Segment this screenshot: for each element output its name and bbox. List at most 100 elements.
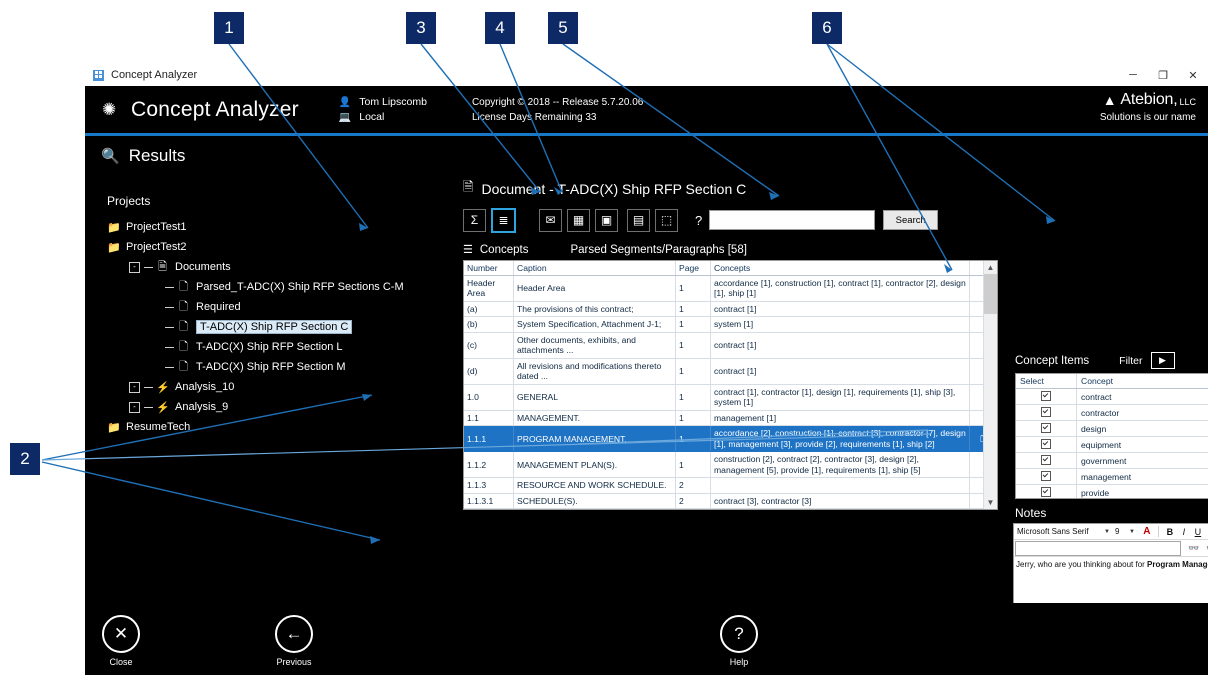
tab-concepts[interactable]: ☰ Concepts: [463, 243, 528, 257]
maximize-button[interactable]: ❐: [1148, 64, 1178, 86]
list-item[interactable]: contractor101: [1016, 404, 1208, 421]
tree-item-parsed-t-adc-x-ship-rfp-sections-c-m[interactable]: 🗋 Parsed_T-ADC(X) Ship RFP Sections C-M: [107, 277, 417, 297]
table-row[interactable]: 1.0 GENERAL 1 contract [1], contractor [1],…: [464, 384, 997, 411]
table-row[interactable]: 1.1.3.2CONTRACT WORK BREAKDOWN STRUCTURE…: [464, 508, 997, 509]
tree-item-t-adc-x-ship-rfp-section-c[interactable]: 🗋 T-ADC(X) Ship RFP Section C: [107, 317, 417, 337]
pdf-export-button[interactable]: ⬚: [655, 208, 678, 232]
tree-item-resumetech[interactable]: 📁 ResumeTech: [107, 417, 417, 437]
checkbox-checked-icon[interactable]: [1041, 422, 1051, 433]
binoculars-icon[interactable]: 👓: [1188, 543, 1199, 554]
cell-select[interactable]: [1016, 436, 1077, 453]
table-row[interactable]: 1.1 MANAGEMENT. 1 management [1]: [464, 410, 997, 427]
checkbox-checked-icon[interactable]: [1041, 486, 1051, 497]
bold-button[interactable]: B: [1163, 527, 1177, 537]
previous-button[interactable]: ← Previous: [275, 615, 313, 667]
table-row[interactable]: 1.1.3 RESOURCE AND WORK SCHEDULE. 2: [464, 477, 997, 494]
cell-number: 1.1.3.2: [464, 508, 514, 509]
font-name-chevron-down-icon[interactable]: ▼: [1104, 529, 1110, 535]
scroll-down-icon[interactable]: ▼: [984, 496, 997, 509]
table-row[interactable]: 1.1.1 PROGRAM MANAGEMENT. 1 accordance [2],…: [464, 425, 997, 453]
close-window-button[interactable]: ✕: [1178, 64, 1208, 86]
projects-label: Projects: [107, 194, 151, 208]
font-color-button[interactable]: A: [1140, 526, 1154, 537]
underline-button[interactable]: U: [1191, 527, 1205, 537]
expander-icon[interactable]: -: [129, 261, 140, 273]
checkbox-checked-icon[interactable]: [1041, 406, 1051, 417]
close-button[interactable]: ✕ Close: [102, 615, 140, 667]
cell-page: 1: [675, 358, 711, 385]
font-size-chevron-down-icon[interactable]: ▼: [1129, 529, 1135, 535]
brand-block: ▲ Atebion, LLC Solutions is our name: [1100, 91, 1196, 123]
filter-button[interactable]: ▶: [1150, 352, 1175, 369]
tree-item-documents[interactable]: - 🗎 Documents: [107, 257, 417, 277]
tree-item-label: T-ADC(X) Ship RFP Section C: [196, 320, 353, 334]
folder-icon: 📁: [107, 221, 121, 234]
cell-select[interactable]: [1016, 388, 1077, 405]
italic-button[interactable]: I: [1177, 527, 1191, 537]
word-export-button[interactable]: ▤: [627, 208, 650, 232]
cell-select[interactable]: [1016, 420, 1077, 437]
minimize-button[interactable]: ─: [1118, 64, 1148, 86]
list-item[interactable]: equipment28: [1016, 436, 1208, 453]
concept-items-header: Concept Items Filter ▶: [1015, 352, 1175, 369]
mail-button[interactable]: ✉: [539, 208, 562, 232]
scroll-thumb[interactable]: [984, 274, 997, 314]
cell-number: Header Area: [464, 275, 514, 302]
segments-scrollbar[interactable]: ▲ ▼: [983, 261, 997, 509]
checkbox-checked-icon[interactable]: [1041, 438, 1051, 449]
table-row[interactable]: Header Area Header Area 1 accordance [1], c…: [464, 275, 997, 302]
checkbox-checked-icon[interactable]: [1041, 390, 1051, 401]
help-hint-icon[interactable]: ?: [695, 213, 702, 228]
cell-concepts: system [1]: [710, 316, 970, 333]
search-input[interactable]: [709, 210, 876, 230]
table-row[interactable]: (a) The provisions of this contract; 1 cont…: [464, 301, 997, 318]
cell-select[interactable]: [1016, 468, 1077, 485]
filter-label: Filter: [1119, 354, 1143, 367]
table-row[interactable]: (c) Other documents, exhibits, and attach…: [464, 332, 997, 359]
cell-concepts: construction [2], contract [2], contract…: [710, 451, 970, 479]
checkbox-checked-icon[interactable]: [1041, 470, 1051, 481]
search-button[interactable]: Search: [883, 210, 939, 230]
calendar-button[interactable]: ▦: [567, 208, 590, 232]
document-icon: 🗎: [463, 179, 474, 194]
cell-concept: contract: [1076, 388, 1208, 405]
help-button[interactable]: ? Help: [720, 615, 758, 667]
tree-item-projecttest2[interactable]: 📁 ProjectTest2: [107, 237, 417, 257]
binoculars-next-icon[interactable]: 👓: [1206, 543, 1208, 554]
scroll-up-icon[interactable]: ▲: [984, 261, 997, 274]
list-item[interactable]: provide18: [1016, 484, 1208, 498]
list-item[interactable]: contract33: [1016, 388, 1208, 405]
list-item[interactable]: design41: [1016, 420, 1208, 437]
network-icon: 💻: [338, 111, 352, 123]
segments-grid[interactable]: Number Caption Page Concepts Header Area…: [463, 260, 998, 510]
notes-body[interactable]: Jerry, who are you thinking about for Pr…: [1014, 557, 1208, 572]
notes-font-name[interactable]: Microsoft Sans Serif: [1014, 527, 1102, 536]
presentation-button[interactable]: ▣: [595, 208, 618, 232]
sigma-button[interactable]: Σ: [463, 208, 486, 232]
app-title: Concept Analyzer: [131, 97, 299, 121]
checkbox-checked-icon[interactable]: [1041, 454, 1051, 465]
tree-item-projecttest1[interactable]: 📁 ProjectTest1: [107, 217, 417, 237]
concept-items-grid[interactable]: Select Concept Count contract33contracto…: [1015, 373, 1208, 499]
list-item[interactable]: government33: [1016, 452, 1208, 469]
cell-select[interactable]: [1016, 484, 1077, 498]
tree-item-analysis-9[interactable]: - ⚡ Analysis_9: [107, 397, 417, 417]
list-item[interactable]: management25: [1016, 468, 1208, 485]
notes-font-size[interactable]: 9: [1115, 527, 1127, 536]
tab-parsed-segments[interactable]: Parsed Segments/Paragraphs [58]: [570, 244, 746, 256]
tree-item-t-adc-x-ship-rfp-section-m[interactable]: 🗋 T-ADC(X) Ship RFP Section M: [107, 357, 417, 377]
layers-button[interactable]: ≣: [491, 207, 516, 233]
tree-item-required[interactable]: 🗋 Required: [107, 297, 417, 317]
tree-item-t-adc-x-ship-rfp-section-l[interactable]: 🗋 T-ADC(X) Ship RFP Section L: [107, 337, 417, 357]
table-row[interactable]: 1.1.3.1 SCHEDULE(S). 2 contract [3], contra…: [464, 493, 997, 509]
cell-select[interactable]: [1016, 404, 1077, 421]
notes-find-input[interactable]: [1015, 540, 1181, 556]
cell-concepts: accordance [1], construction [1], contra…: [710, 275, 970, 302]
table-row[interactable]: 1.1.2 MANAGEMENT PLAN(S). 1 construction [2…: [464, 451, 997, 479]
tree-item-analysis-10[interactable]: - ⚡ Analysis_10: [107, 377, 417, 397]
table-row[interactable]: (b) System Specification, Attachment J-1;…: [464, 316, 997, 333]
expander-icon[interactable]: -: [129, 381, 140, 393]
expander-icon[interactable]: -: [129, 401, 140, 413]
cell-select[interactable]: [1016, 452, 1077, 469]
table-row[interactable]: (d) All revisions and modifications there…: [464, 358, 997, 385]
